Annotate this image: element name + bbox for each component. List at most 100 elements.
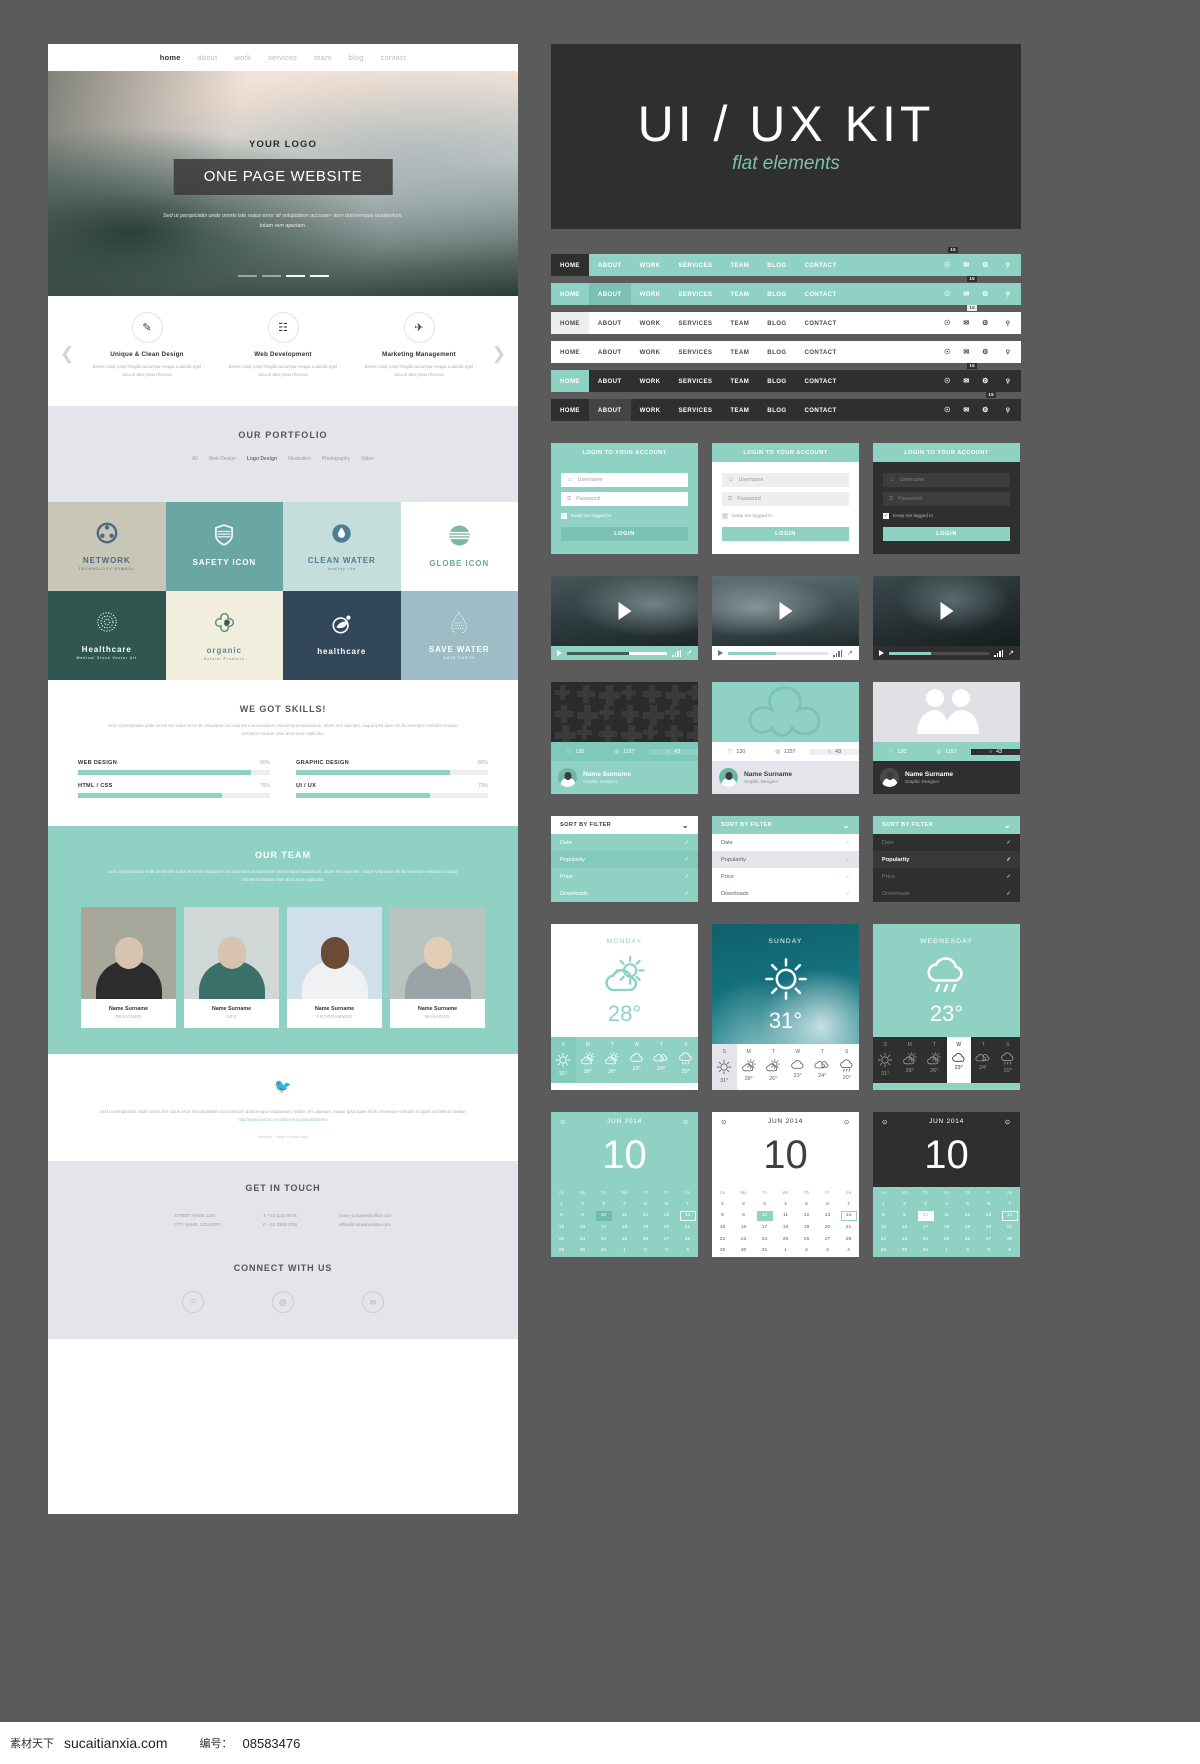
search-icon[interactable]: ⚲ [995, 254, 1021, 276]
calendar-day[interactable]: 2 [572, 1199, 593, 1211]
calendar-day[interactable]: 26 [796, 1233, 817, 1245]
calendar-day[interactable]: 16 [733, 1222, 754, 1234]
calendar-day[interactable]: 23 [894, 1233, 915, 1245]
gear-icon[interactable]: ⚙ 15 [976, 392, 996, 421]
equalizer-icon[interactable] [833, 649, 843, 657]
calendar-day[interactable]: 31 [754, 1245, 775, 1257]
calendar-day[interactable]: 17 [754, 1222, 775, 1234]
portfolio-tile[interactable]: SAVE WATER SAVE EARTH [400, 591, 518, 680]
login-button[interactable]: LOGIN [883, 527, 1010, 541]
sort-option-downloads[interactable]: Downloads ✓ [873, 885, 1020, 902]
navbar-item-team[interactable]: TEAM [721, 341, 758, 363]
calendar-day[interactable]: 13 [978, 1210, 999, 1222]
calendar-day[interactable]: 3 [656, 1245, 677, 1257]
calendar-day[interactable]: 14 [999, 1210, 1020, 1222]
navbar-item-services[interactable]: SERVICES [669, 312, 721, 334]
calendar-day[interactable]: 28 [999, 1233, 1020, 1245]
calendar-day[interactable]: 4 [614, 1199, 635, 1211]
navbar-item-team[interactable]: TEAM [721, 399, 758, 421]
calendar-day[interactable]: 17 [593, 1222, 614, 1234]
calendar-day[interactable]: 14 [838, 1210, 859, 1222]
progress-track[interactable] [889, 651, 990, 655]
calendar-day[interactable]: 1 [551, 1199, 572, 1211]
navbar-item-about[interactable]: ABOUT [589, 312, 631, 334]
forecast-day[interactable]: T 26° [922, 1037, 947, 1083]
calendar-day[interactable]: 31 [593, 1245, 614, 1257]
navbar-item-services[interactable]: SERVICES [669, 399, 721, 421]
calendar-day[interactable]: 27 [656, 1233, 677, 1245]
calendar-day[interactable]: 6 [978, 1199, 999, 1211]
forecast-day[interactable]: S 31° [712, 1044, 737, 1090]
slider-dot[interactable] [309, 275, 329, 277]
calendar-day[interactable]: 18 [936, 1222, 957, 1234]
calendar-day[interactable]: 5 [796, 1199, 817, 1211]
forecast-day[interactable]: M 28° [898, 1037, 923, 1083]
calendar-day[interactable]: 7 [677, 1199, 698, 1211]
play-button[interactable] [557, 650, 562, 656]
calendar-day[interactable]: 24 [915, 1233, 936, 1245]
play-button[interactable] [718, 650, 723, 656]
play-triangle-icon[interactable] [779, 602, 792, 620]
calendar-day[interactable]: 12 [635, 1210, 656, 1222]
navbar-item-blog[interactable]: BLOG [758, 341, 795, 363]
navbar[interactable]: HOME ABOUT WORK SERVICES TEAM BLOG CONTACT ☉ ✉ ⚙ ⚲ [551, 341, 1021, 363]
calendar-day[interactable]: 11 [936, 1210, 957, 1222]
calendar-day[interactable]: 30 [733, 1245, 754, 1257]
skype-icon[interactable]: ☉ [182, 1291, 204, 1314]
navbar-item-home[interactable]: HOME [551, 370, 589, 392]
calendar-day[interactable]: 4 [999, 1245, 1020, 1257]
skype-icon[interactable]: ☉ [938, 341, 957, 363]
sort-option-price[interactable]: Price ✓ [873, 868, 1020, 885]
navbar-item-about[interactable]: ABOUT [588, 399, 631, 421]
navbar-item-blog[interactable]: BLOG [758, 283, 795, 305]
sort-option-date[interactable]: Date ✓ [551, 834, 698, 851]
sort-option-downloads[interactable]: Downloads ✓ [712, 885, 859, 902]
portfolio-tile[interactable]: healthcare [283, 591, 401, 680]
site-nav-item-services[interactable]: services [268, 53, 297, 62]
calendar-day[interactable]: 11 [614, 1210, 635, 1222]
site-nav-item-blog[interactable]: blog [349, 53, 364, 62]
navbar-item-home[interactable]: HOME [551, 283, 589, 305]
envelope-icon[interactable]: ✉ [957, 254, 976, 276]
equalizer-icon[interactable] [994, 649, 1004, 657]
calendar-day[interactable]: 20 [817, 1222, 838, 1234]
keep-logged-in-checkbox[interactable]: ✓ Keep me logged in [722, 513, 849, 519]
calendar-day[interactable]: 28 [677, 1233, 698, 1245]
calendar-day[interactable]: 31 [915, 1245, 936, 1257]
card-stat-likes[interactable]: ♡ 130 [712, 749, 761, 755]
portfolio-filter-4[interactable]: Photography [322, 456, 350, 462]
login-button[interactable]: LOGIN [561, 527, 688, 541]
calendar-day[interactable]: 1 [614, 1245, 635, 1257]
calendar-day[interactable]: 26 [957, 1233, 978, 1245]
navbar-item-home[interactable]: HOME [551, 312, 589, 334]
sort-dropdown-header[interactable]: SORT BY FILTER ⌄ [712, 816, 859, 834]
username-field[interactable]: ☺ Username [722, 473, 849, 487]
portfolio-filter-1[interactable]: Web Design [209, 456, 236, 462]
calendar-day[interactable]: 23 [572, 1233, 593, 1245]
calendar-day[interactable]: 3 [978, 1245, 999, 1257]
fullscreen-icon[interactable]: ↗ [847, 649, 853, 657]
calendar-day[interactable]: 27 [817, 1233, 838, 1245]
calendar-day[interactable]: 29 [712, 1245, 733, 1257]
portfolio-filter-2[interactable]: Logo Design [247, 456, 277, 462]
forecast-day[interactable]: W 23° [946, 1036, 971, 1083]
calendar-grid[interactable]: Su Mo Tu We Th Fr Sa 1 2 3 4 5 6 7 8 9 10 11 12 13 14 15 16 17 1… [551, 1187, 698, 1257]
play-button[interactable] [879, 650, 884, 656]
card-stat-views[interactable]: ◎ 1157 [761, 749, 810, 755]
card-stat-comments[interactable]: ○ 43 [971, 748, 1020, 755]
username-field[interactable]: ☺ Username [883, 473, 1010, 487]
sort-option-popularity[interactable]: Popularity ✓ [712, 851, 859, 868]
card-stat-comments[interactable]: ○ 43 [649, 748, 698, 755]
navbar-item-contact[interactable]: CONTACT [795, 370, 845, 392]
navbar-item-about[interactable]: ABOUT [589, 254, 631, 276]
calendar-day[interactable]: 9 [733, 1210, 754, 1222]
sort-option-price[interactable]: Price ✓ [551, 868, 698, 885]
navbar-item-work[interactable]: WORK [631, 254, 670, 276]
navbar-item-team[interactable]: TEAM [721, 254, 758, 276]
password-field[interactable]: ⚿ Password [561, 492, 688, 506]
chevron-right-icon[interactable]: ❯ [492, 344, 506, 364]
calendar-day[interactable]: 2 [957, 1245, 978, 1257]
navbar[interactable]: HOME ABOUT WORK SERVICES TEAM BLOG CONTACT ☉ ✉ 15… [551, 363, 1021, 392]
calendar-day[interactable]: 3 [915, 1199, 936, 1211]
sort-option-downloads[interactable]: Downloads ✓ [551, 885, 698, 902]
